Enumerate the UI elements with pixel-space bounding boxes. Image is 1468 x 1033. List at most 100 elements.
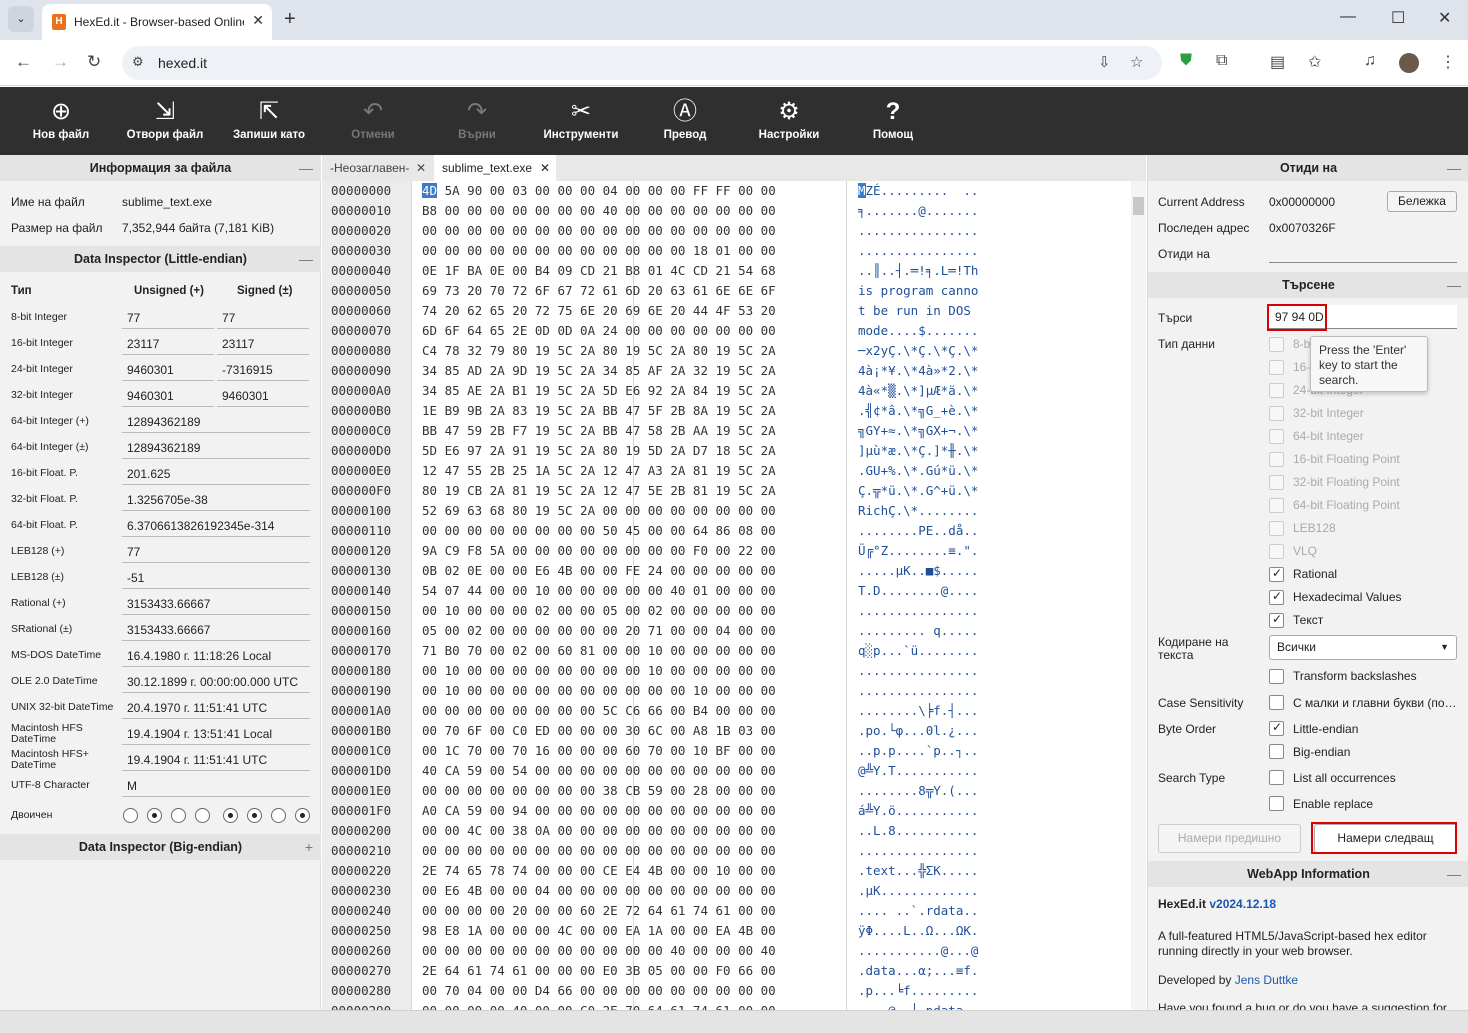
- close-tab-icon[interactable]: ✕: [540, 155, 550, 181]
- collapse-icon[interactable]: —: [1447, 861, 1461, 887]
- binary-bit[interactable]: [295, 808, 310, 823]
- hex-bytes[interactable]: 4D 5A 90 00 03 00 00 00 04 00 00 00 FF F…: [422, 181, 776, 201]
- ascii-text[interactable]: ..p.p....`p..┐..: [858, 741, 978, 761]
- hex-bytes[interactable]: 54 07 44 00 00 10 00 00 00 00 00 40 01 0…: [422, 581, 776, 601]
- ascii-text[interactable]: ÿΦ....L..Ω...ΩK.: [858, 921, 978, 941]
- new-file-button[interactable]: ⊕ Нов файл: [9, 87, 113, 155]
- close-window-icon[interactable]: ✕: [1438, 8, 1451, 28]
- bookmark-star-icon[interactable]: ☆: [1130, 53, 1143, 71]
- hex-bytes[interactable]: 00 10 00 00 00 00 00 00 00 00 00 00 10 0…: [422, 681, 776, 701]
- binary-bit[interactable]: [123, 808, 138, 823]
- hex-editor-view[interactable]: 00000000 4D 5A 90 00 03 00 00 00 04 00 00…: [322, 181, 1146, 1010]
- ascii-text[interactable]: ................: [858, 241, 978, 261]
- open-file-button[interactable]: ⇲ Отвори файл: [113, 87, 217, 155]
- hex-bytes[interactable]: 34 85 AE 2A B1 19 5C 2A 5D E6 92 2A 84 1…: [422, 381, 776, 401]
- menu-kebab-icon[interactable]: ⋮: [1440, 52, 1456, 72]
- hex-bytes[interactable]: 00 00 4C 00 38 0A 00 00 00 00 00 00 00 0…: [422, 821, 776, 841]
- ascii-text[interactable]: .....µK..■$.....: [858, 561, 978, 581]
- hex-bytes[interactable]: 98 E8 1A 00 00 00 4C 00 00 EA 1A 00 00 E…: [422, 921, 776, 941]
- browser-tab[interactable]: H HexEd.it - Browser-based Online ✕: [42, 4, 272, 40]
- ascii-text[interactable]: .text...╬ΣK.....: [858, 861, 978, 881]
- file-info-header[interactable]: Информация за файла —: [0, 155, 321, 181]
- type-checkbox[interactable]: [1269, 383, 1284, 398]
- help-button[interactable]: ? Помощ: [841, 87, 945, 155]
- note-button[interactable]: Бележка: [1387, 191, 1457, 212]
- rational-checkbox[interactable]: [1269, 566, 1284, 582]
- type-checkbox[interactable]: [1269, 544, 1284, 559]
- hex-bytes[interactable]: B8 00 00 00 00 00 00 00 40 00 00 00 00 0…: [422, 201, 776, 221]
- hex-bytes[interactable]: 69 73 20 70 72 6F 67 72 61 6D 20 63 61 6…: [422, 281, 776, 301]
- reload-icon[interactable]: ↻: [87, 52, 101, 72]
- media-control-icon[interactable]: ♫: [1364, 52, 1376, 70]
- shield-extension-icon[interactable]: ⛊: [1180, 52, 1192, 70]
- tab-sublime-text[interactable]: sublime_text.exe ✕: [434, 155, 556, 181]
- ascii-text[interactable]: .GU+%.\*.Gú*ü.\*: [858, 461, 978, 481]
- find-previous-button[interactable]: Намери предишно: [1158, 824, 1301, 853]
- tools-button[interactable]: ✂ Инструменти: [529, 87, 633, 155]
- redo-button[interactable]: ↷ Върни: [425, 87, 529, 155]
- binary-bit[interactable]: [195, 808, 210, 823]
- hex-bytes[interactable]: 00 1C 70 00 70 16 00 00 00 60 70 00 10 B…: [422, 741, 776, 761]
- hex-bytes[interactable]: 80 19 CB 2A 81 19 5C 2A 12 47 5E 2B 81 1…: [422, 481, 776, 501]
- ascii-text[interactable]: á╩Y.ö...........: [858, 801, 978, 821]
- ascii-text[interactable]: .... ..`.rdata..: [858, 901, 978, 921]
- data-inspector-le-header[interactable]: Data Inspector (Little-endian) —: [0, 246, 321, 272]
- ascii-text[interactable]: @╩Y.T...........: [858, 761, 978, 781]
- goto-header[interactable]: Отиди на —: [1148, 155, 1468, 181]
- type-checkbox[interactable]: [1269, 429, 1284, 444]
- back-icon[interactable]: ←: [15, 52, 32, 72]
- selected-char[interactable]: M: [858, 183, 866, 198]
- hex-bytes[interactable]: 00 00 00 00 00 00 00 00 00 00 00 00 18 0…: [422, 241, 776, 261]
- hex-bytes[interactable]: 2E 64 61 74 61 00 00 00 E0 3B 05 00 00 F…: [422, 961, 776, 981]
- list-all-checkbox[interactable]: [1269, 770, 1284, 785]
- ascii-text[interactable]: .po.└φ...0l.¿...: [858, 721, 978, 741]
- site-settings-icon[interactable]: ⚙: [132, 54, 144, 70]
- forward-icon[interactable]: →: [52, 52, 69, 72]
- hex-bytes[interactable]: 00 10 00 00 00 00 00 00 00 00 10 00 00 0…: [422, 661, 776, 681]
- type-checkbox[interactable]: [1269, 360, 1284, 375]
- ascii-text[interactable]: T.D........@....: [858, 581, 978, 601]
- favorites-icon[interactable]: ✩: [1308, 52, 1321, 72]
- goto-input[interactable]: [1269, 241, 1457, 263]
- type-checkbox[interactable]: [1269, 498, 1284, 513]
- translate-button[interactable]: Ⓐ Превод: [633, 87, 737, 155]
- ascii-text[interactable]: q░p...`ü........: [858, 641, 978, 661]
- ascii-text[interactable]: MZÉ......... ..: [858, 181, 978, 201]
- hex-bytes[interactable]: 00 00 00 00 00 00 00 00 00 00 00 00 00 0…: [422, 221, 776, 241]
- hex-bytes[interactable]: 34 85 AD 2A 9D 19 5C 2A 34 85 AF 2A 32 1…: [422, 361, 776, 381]
- maximize-window-icon[interactable]: ☐: [1391, 8, 1405, 28]
- ascii-text[interactable]: Ü╔°Z........≡.".: [858, 541, 978, 561]
- ascii-text[interactable]: ..L.8...........: [858, 821, 978, 841]
- hex-bytes[interactable]: 00 00 00 00 00 00 00 00 00 00 00 00 00 0…: [422, 841, 776, 861]
- ascii-text[interactable]: ╕.......@.......: [858, 201, 978, 221]
- ascii-text[interactable]: ........\╞f.┤...: [858, 701, 978, 721]
- enable-replace-checkbox[interactable]: [1269, 796, 1284, 811]
- hex-bytes[interactable]: 00 00 00 00 40 00 00 C0 2E 70 64 61 74 6…: [422, 1001, 776, 1010]
- case-sensitive-checkbox[interactable]: [1269, 695, 1284, 710]
- ascii-text[interactable]: ........PE..då..: [858, 521, 978, 541]
- collapse-icon[interactable]: —: [299, 155, 313, 181]
- hex-bytes[interactable]: BB 47 59 2B F7 19 5C 2A BB 47 58 2B AA 1…: [422, 421, 776, 441]
- hex-bytes[interactable]: 0B 02 0E 00 00 E6 4B 00 00 FE 24 00 00 0…: [422, 561, 776, 581]
- scroll-thumb[interactable]: [1133, 197, 1144, 215]
- hex-bytes[interactable]: 00 00 00 00 00 00 00 00 00 00 00 40 00 0…: [422, 941, 776, 961]
- ascii-text[interactable]: ...........@...@: [858, 941, 978, 961]
- hex-bytes[interactable]: 00 E6 4B 00 00 04 00 00 00 00 00 00 00 0…: [422, 881, 776, 901]
- little-endian-checkbox[interactable]: [1269, 720, 1284, 736]
- ascii-text[interactable]: ....@..└.pdata..: [858, 1001, 978, 1010]
- ascii-text[interactable]: ................: [858, 681, 978, 701]
- binary-bit[interactable]: [247, 808, 262, 823]
- ascii-text[interactable]: 4à«*▒.\*]µÆ*ä.\*: [858, 381, 978, 401]
- hex-bytes[interactable]: 05 00 02 00 00 00 00 00 00 20 71 00 00 0…: [422, 621, 776, 641]
- settings-button[interactable]: ⚙ Настройки: [737, 87, 841, 155]
- collapse-icon[interactable]: —: [1447, 155, 1461, 181]
- reading-list-icon[interactable]: ▤: [1270, 52, 1285, 72]
- big-endian-checkbox[interactable]: [1269, 744, 1284, 759]
- type-checkbox[interactable]: [1269, 475, 1284, 490]
- ascii-text[interactable]: .µK.............: [858, 881, 978, 901]
- selected-byte[interactable]: 4D: [422, 183, 438, 198]
- search-header[interactable]: Търсене —: [1148, 272, 1468, 298]
- ascii-text[interactable]: .p...╘f.........: [858, 981, 978, 1001]
- text-checkbox[interactable]: [1269, 612, 1284, 628]
- transform-backslashes-checkbox[interactable]: [1269, 669, 1284, 684]
